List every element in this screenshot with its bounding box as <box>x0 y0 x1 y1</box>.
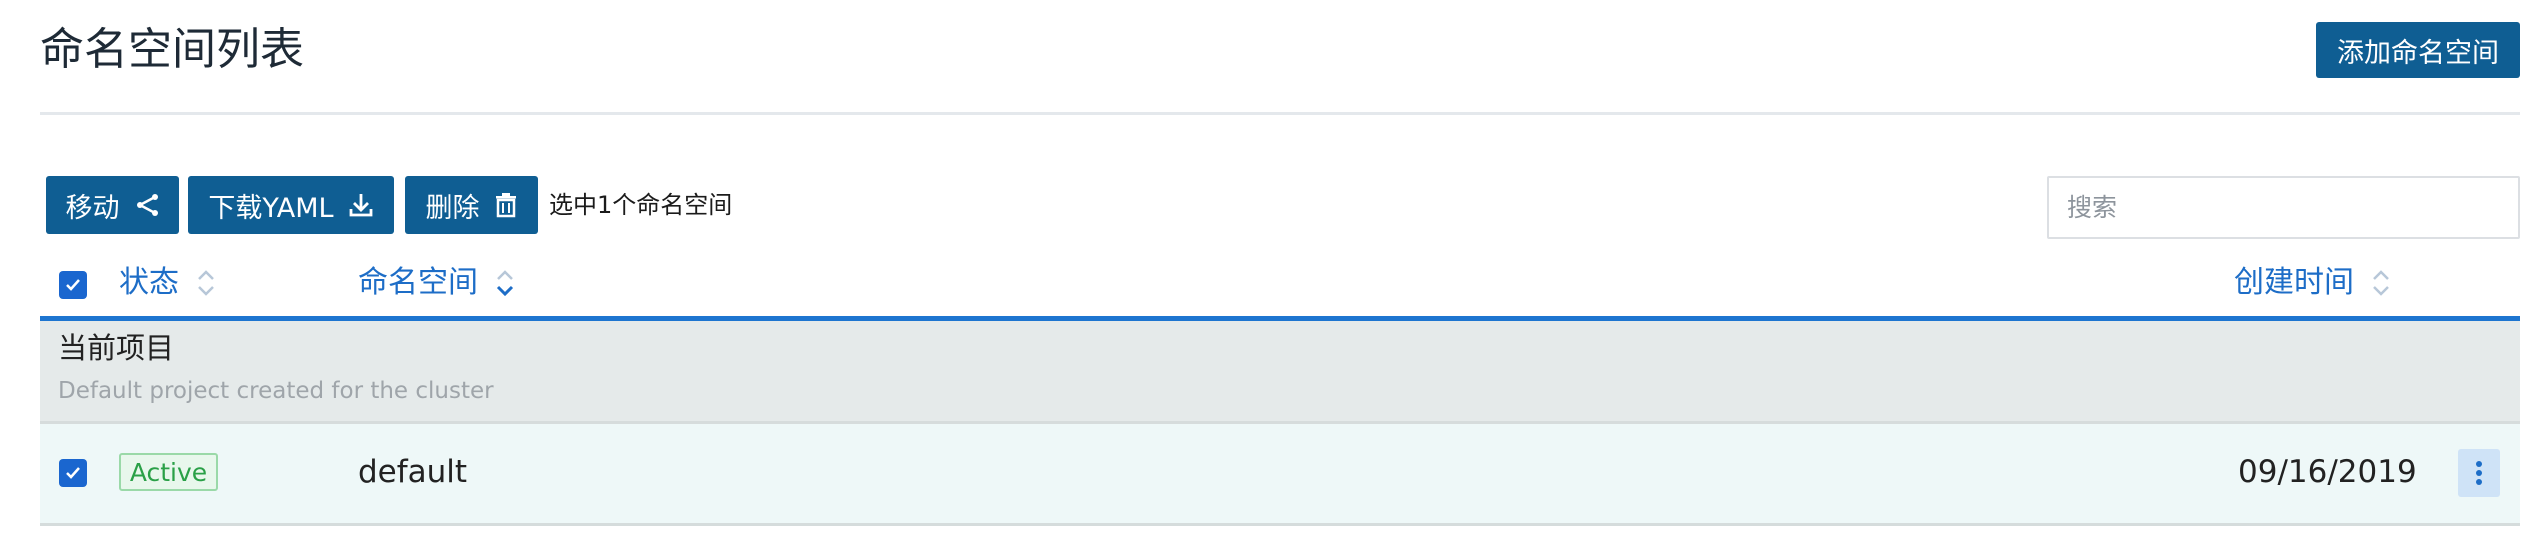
status-badge: Active <box>119 453 218 491</box>
row-actions-button[interactable] <box>2458 449 2500 497</box>
status-header-label: 状态 <box>119 265 179 300</box>
sort-icon <box>2373 270 2389 296</box>
delete-button[interactable]: 删除 <box>405 176 538 234</box>
namespace-header-label: 命名空间 <box>358 265 478 300</box>
delete-button-label: 删除 <box>425 192 480 224</box>
search-input[interactable] <box>2047 176 2520 239</box>
column-header-status[interactable]: 状态 <box>119 263 217 303</box>
download-icon <box>349 194 373 217</box>
created-date: 09/16/2019 <box>2238 454 2417 490</box>
select-all-checkbox[interactable] <box>59 271 87 299</box>
created-header-label: 创建时间 <box>2234 265 2354 300</box>
column-header-created[interactable]: 创建时间 <box>2234 263 2392 303</box>
selection-count: 选中1个命名空间 <box>549 191 733 219</box>
page-title: 命名空间列表 <box>40 24 304 75</box>
move-button-label: 移动 <box>65 192 120 224</box>
group-name: 当前项目 <box>58 331 175 365</box>
namespace-link[interactable]: default <box>358 452 467 492</box>
download-yaml-label: 下载YAML <box>208 192 334 224</box>
row-checkbox[interactable] <box>59 459 87 487</box>
sort-icon <box>198 270 214 296</box>
column-header-namespace[interactable]: 命名空间 <box>358 263 516 303</box>
check-icon <box>66 279 80 291</box>
header-divider <box>40 112 2520 115</box>
sort-icon <box>496 270 514 297</box>
trash-icon <box>495 193 516 218</box>
group-row <box>40 321 2520 424</box>
move-button[interactable]: 移动 <box>46 176 179 234</box>
download-yaml-button[interactable]: 下载YAML <box>188 176 394 234</box>
check-icon <box>66 467 80 479</box>
group-description: Default project created for the cluster <box>58 378 494 404</box>
add-namespace-button[interactable]: 添加命名空间 <box>2316 22 2520 78</box>
share-icon <box>136 194 158 216</box>
kebab-icon <box>2476 461 2482 485</box>
